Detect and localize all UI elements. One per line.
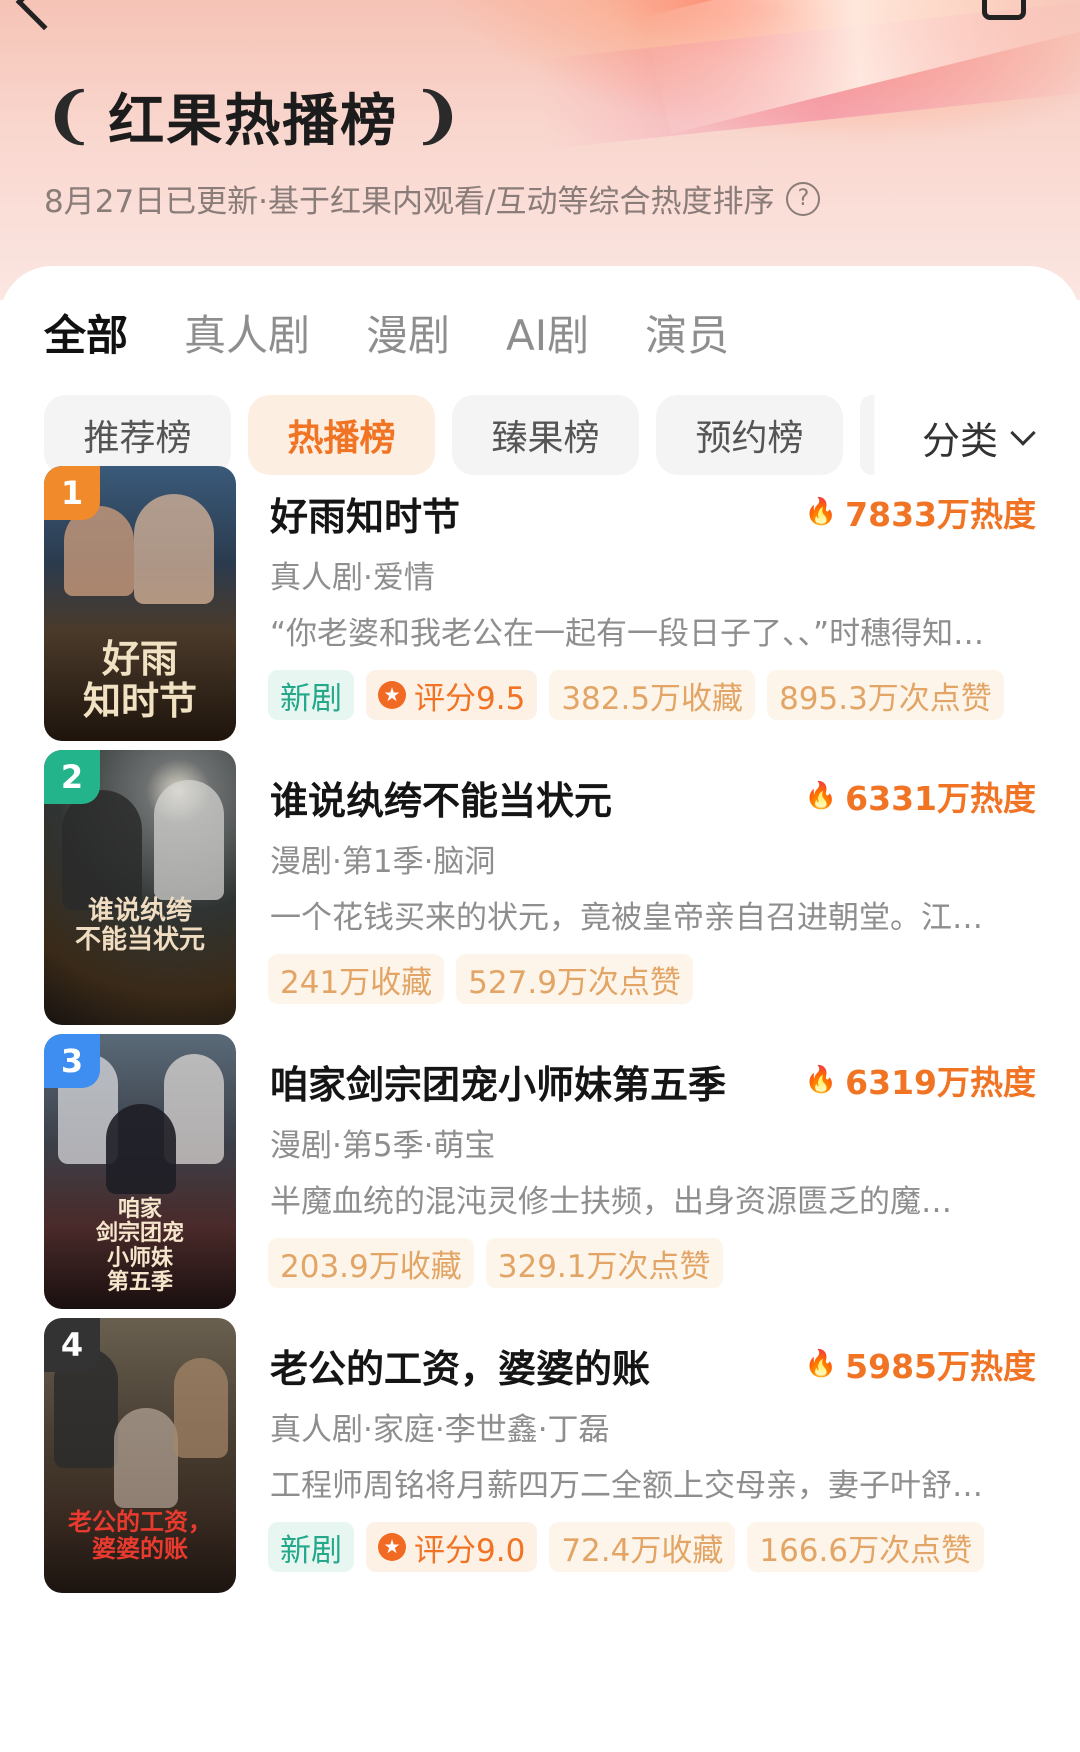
poster-image: 谁说纨绔 不能当状元 2: [44, 750, 236, 1025]
item-description: 工程师周铭将月薪四万二全额上交母亲，妻子叶舒…: [270, 1468, 983, 1504]
score-tag: ★ 评分9.0: [366, 1522, 538, 1572]
score-tag: ★ 评分9.5: [366, 670, 538, 720]
item-tags: 新剧 ★ 评分9.5 382.5万收藏 895.3万次点赞: [268, 670, 1016, 720]
laurel-left-icon: ❨: [44, 81, 95, 151]
ranking-chips: 推荐榜 热播榜 臻果榜 预约榜: [44, 395, 886, 475]
item-title: 谁说纨绔不能当状元: [270, 779, 613, 823]
rank-badge: 1: [44, 466, 100, 520]
poster-title-art: 老公的工资， 婆婆的账: [68, 1507, 212, 1564]
item-tags: 203.9万收藏 329.1万次点赞: [268, 1238, 735, 1288]
heat-text: 6331万热度: [845, 779, 1036, 818]
favorites-tag: 382.5万收藏: [549, 670, 756, 720]
poster-title-art: 咱家 剑宗团宠 小师妹 第五季: [95, 1195, 184, 1296]
item-title: 好雨知时节: [270, 495, 461, 539]
rank-badge: 3: [44, 1034, 100, 1088]
help-icon[interactable]: ?: [786, 181, 821, 216]
item-tags: 新剧 ★ 评分9.0 72.4万收藏 166.6万次点赞: [268, 1522, 996, 1572]
ranking-item-2[interactable]: 谁说纨绔 不能当状元 2 谁说纨绔不能当状元 🔥 6331万热度 漫剧·第1季·脑…: [0, 750, 1080, 1030]
subtitle-text: 8月27日已更新·基于红果内观看/互动等综合热度排序: [44, 184, 775, 220]
likes-tag: 527.9万次点赞: [456, 954, 693, 1004]
chip-overflow: [860, 395, 886, 475]
tab-ai[interactable]: AI剧: [506, 302, 589, 363]
likes-tag: 166.6万次点赞: [747, 1522, 985, 1572]
flame-icon: 🔥: [804, 1065, 838, 1095]
likes-tag: 329.1万次点赞: [485, 1238, 723, 1288]
item-meta: 真人剧·爱情: [270, 560, 435, 596]
category-label: 分类: [922, 419, 999, 463]
type-tabs: 全部 真人剧 漫剧 AI剧 演员: [44, 302, 785, 363]
laurel-right-icon: ❩: [412, 81, 463, 151]
flame-icon: 🔥: [804, 497, 838, 527]
heat-score: 🔥 6319万热度: [805, 1056, 1036, 1104]
category-dropdown[interactable]: 分类: [922, 410, 1036, 465]
item-title: 老公的工资，婆婆的账: [270, 1347, 651, 1391]
chip-premium[interactable]: 臻果榜: [452, 395, 639, 475]
tab-comic[interactable]: 漫剧: [366, 302, 450, 363]
chip-reserve[interactable]: 预约榜: [656, 395, 843, 475]
poster-image: 好雨 知时节 1: [44, 466, 236, 741]
rank-badge: 4: [44, 1318, 100, 1372]
ranking-item-3[interactable]: 咱家 剑宗团宠 小师妹 第五季 3 咱家剑宗团宠小师妹第五季 🔥 6319万热度 漫剧…: [0, 1034, 1080, 1314]
item-tags: 241万收藏 527.9万次点赞: [268, 954, 705, 1004]
heat-score: 🔥 6331万热度: [805, 772, 1036, 820]
heat-score: 🔥 5985万热度: [805, 1340, 1036, 1388]
chevron-down-icon: [1010, 419, 1036, 446]
header-banner: ❨ 红果热播榜 ❩ 8月27日已更新·基于红果内观看/互动等综合热度排序 ?: [0, 0, 1080, 300]
item-description: 半魔血统的混沌灵修士扶频，出身资源匮乏的魔…: [270, 1184, 952, 1220]
item-description: 一个花钱买来的状元，竟被皇帝亲自召进朝堂。江…: [270, 900, 983, 936]
ranking-item-1[interactable]: 好雨 知时节 1 好雨知时节 🔥 7833万热度 真人剧·爱情 “你老婆和我老公在…: [0, 466, 1080, 746]
likes-tag: 895.3万次点赞: [767, 670, 1004, 720]
score-text: 评分9.5: [414, 680, 526, 717]
new-tag: 新剧: [268, 670, 354, 720]
favorites-tag: 72.4万收藏: [549, 1522, 736, 1572]
heat-text: 7833万热度: [845, 495, 1036, 534]
tab-actors[interactable]: 演员: [645, 302, 729, 363]
item-meta: 漫剧·第5季·萌宝: [270, 1128, 496, 1164]
chip-hot[interactable]: 热播榜: [248, 395, 435, 475]
favorites-tag: 203.9万收藏: [268, 1238, 474, 1288]
poster-title-art: 好雨 知时节: [82, 635, 197, 724]
new-tag: 新剧: [268, 1522, 354, 1572]
item-meta: 真人剧·家庭·李世鑫·丁磊: [270, 1412, 610, 1448]
heat-text: 5985万热度: [845, 1347, 1036, 1386]
flame-icon: 🔥: [804, 781, 838, 811]
item-meta: 漫剧·第1季·脑洞: [270, 844, 496, 880]
rank-badge: 2: [44, 750, 100, 804]
poster-image: 咱家 剑宗团宠 小师妹 第五季 3: [44, 1034, 236, 1309]
poster-title-art: 谁说纨绔 不能当状元: [74, 895, 205, 955]
back-arrow-icon[interactable]: [15, 0, 73, 31]
score-text: 评分9.0: [414, 1532, 526, 1569]
heat-score: 🔥 7833万热度: [805, 488, 1036, 536]
item-title: 咱家剑宗团宠小师妹第五季: [270, 1063, 727, 1107]
tab-all[interactable]: 全部: [44, 302, 128, 363]
star-icon: ★: [378, 681, 406, 709]
tab-live-action[interactable]: 真人剧: [184, 302, 310, 363]
update-subtitle: 8月27日已更新·基于红果内观看/互动等综合热度排序 ?: [44, 176, 821, 221]
flame-icon: 🔥: [804, 1349, 838, 1379]
star-icon: ★: [378, 1533, 406, 1561]
chip-recommend[interactable]: 推荐榜: [44, 395, 231, 475]
share-icon[interactable]: [982, 0, 1026, 20]
favorites-tag: 241万收藏: [268, 954, 445, 1004]
page-title-group: ❨ 红果热播榜 ❩: [44, 78, 463, 154]
page-title: 红果热播榜: [108, 88, 399, 154]
heat-text: 6319万热度: [845, 1063, 1036, 1102]
poster-image: 老公的工资， 婆婆的账 4: [44, 1318, 236, 1593]
ranking-item-4[interactable]: 老公的工资， 婆婆的账 4 老公的工资，婆婆的账 🔥 5985万热度 真人剧·家庭…: [0, 1318, 1080, 1598]
item-description: “你老婆和我老公在一起有一段日子了、、”时穗得知…: [270, 616, 985, 652]
